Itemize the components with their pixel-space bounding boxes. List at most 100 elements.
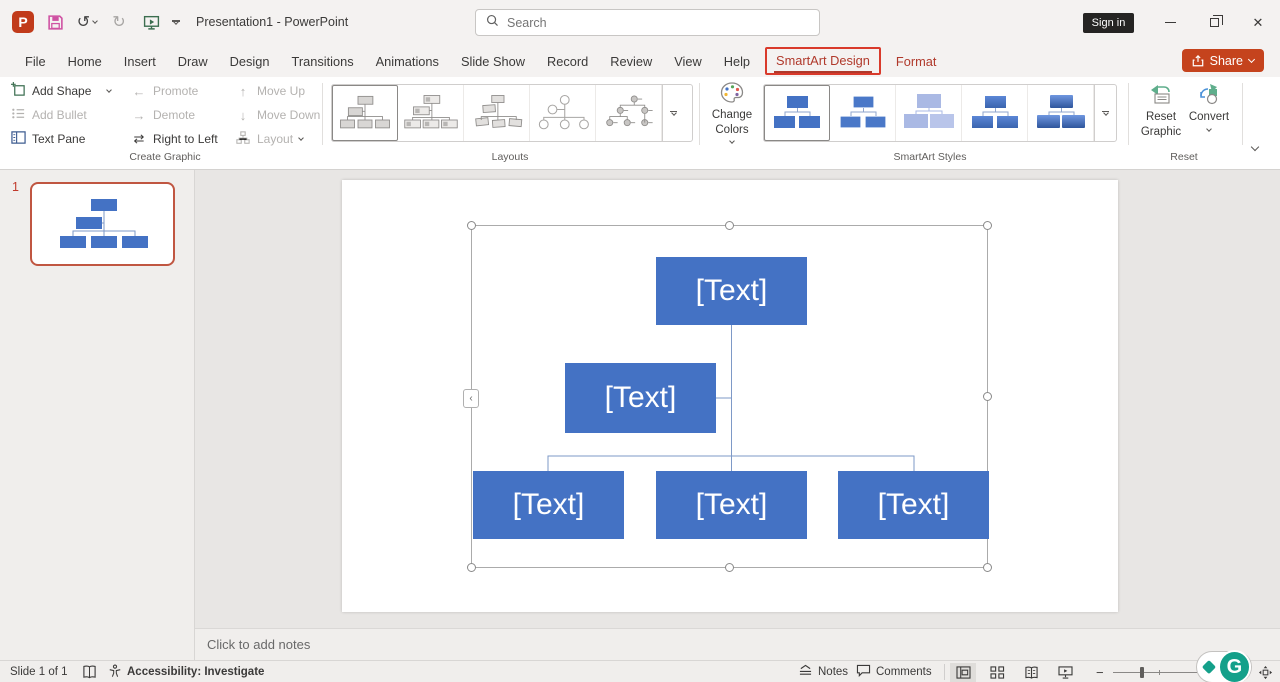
customize-qat-icon[interactable] — [172, 20, 180, 23]
org-node-bottom-center[interactable]: [Text] — [656, 471, 807, 539]
reset-graphic-button[interactable]: Reset Graphic — [1134, 82, 1188, 139]
undo-icon[interactable]: ↺ — [76, 11, 98, 33]
reset-graphic-icon — [1148, 82, 1174, 110]
tab-help[interactable]: Help — [713, 48, 761, 75]
smartart-selection-frame[interactable]: [Text] [Text] [Text] [Text] [Text] ‹ — [471, 225, 988, 568]
search-icon — [486, 14, 499, 32]
style-option-intense-effect[interactable] — [1028, 85, 1094, 141]
notes-toggle-button[interactable]: Notes — [798, 661, 848, 682]
org-node-top[interactable]: [Text] — [656, 257, 807, 325]
add-bullet-button[interactable]: Add Bullet — [10, 104, 87, 126]
move-down-button[interactable]: ↓ Move Down — [235, 104, 320, 126]
resize-handle-middle-right[interactable] — [983, 392, 992, 401]
tab-format[interactable]: Format — [885, 48, 948, 75]
org-layout-icon — [235, 131, 251, 148]
text-pane-button[interactable]: Text Pane — [10, 128, 85, 150]
layout-button[interactable]: Layout — [235, 128, 303, 150]
collapse-ribbon-icon[interactable] — [1251, 143, 1259, 151]
tab-animations[interactable]: Animations — [365, 48, 450, 75]
style-option-simple-fill[interactable] — [764, 85, 830, 141]
style-option-subtle-effect[interactable] — [896, 85, 962, 141]
title-bar: P ↺ ↻ Presentation1 - PowerPoint Sign in… — [0, 0, 1280, 45]
tab-review[interactable]: Review — [599, 48, 663, 75]
minimize-button[interactable] — [1148, 0, 1192, 45]
reading-view-button[interactable] — [1018, 663, 1044, 682]
convert-button[interactable]: Convert — [1184, 82, 1234, 131]
resize-handle-bottom-center[interactable] — [725, 563, 734, 572]
tab-slide-show[interactable]: Slide Show — [450, 48, 536, 75]
document-title: Presentation1 - PowerPoint — [196, 15, 348, 29]
slide-sorter-view-button[interactable] — [984, 663, 1010, 682]
slide-thumbnail-1[interactable] — [30, 182, 175, 266]
notes-placeholder: Click to add notes — [207, 637, 310, 652]
tab-home[interactable]: Home — [57, 48, 113, 75]
layout-option-org-chart[interactable] — [332, 85, 398, 141]
tab-draw[interactable]: Draw — [167, 48, 219, 75]
redo-icon[interactable]: ↻ — [108, 11, 130, 33]
zoom-out-icon[interactable]: − — [1096, 665, 1104, 680]
text-pane-toggle-button[interactable]: ‹ — [463, 389, 479, 408]
group-label-layouts: Layouts — [440, 151, 580, 163]
resize-handle-top-right[interactable] — [983, 221, 992, 230]
comment-icon — [856, 664, 871, 680]
org-node-bottom-left[interactable]: [Text] — [473, 471, 624, 539]
accessibility-checker[interactable]: Accessibility: Investigate — [108, 661, 264, 682]
close-button[interactable]: ✕ — [1236, 0, 1280, 45]
start-from-beginning-icon[interactable] — [140, 11, 162, 33]
tab-design[interactable]: Design — [219, 48, 281, 75]
fit-to-window-button[interactable] — [1258, 661, 1273, 682]
promote-icon: ← — [131, 84, 147, 99]
slide-show-view-button[interactable] — [1052, 663, 1078, 682]
save-icon[interactable] — [44, 11, 66, 33]
palette-icon — [720, 82, 744, 108]
text-pane-icon — [10, 130, 26, 148]
notes-pane[interactable]: Click to add notes — [195, 628, 1280, 660]
zoom-slider-thumb[interactable] — [1140, 667, 1144, 678]
grammarly-widget[interactable]: G — [1196, 651, 1252, 682]
tab-insert[interactable]: Insert — [113, 48, 167, 75]
change-colors-button[interactable]: Change Colors — [703, 82, 761, 143]
org-node-assistant[interactable]: [Text] — [565, 363, 716, 433]
convert-icon — [1196, 82, 1222, 110]
tab-smartart-design[interactable]: SmartArt Design — [774, 51, 872, 73]
search-box[interactable] — [475, 9, 820, 36]
tab-view[interactable]: View — [663, 48, 713, 75]
resize-handle-top-left[interactable] — [467, 221, 476, 230]
org-node-bottom-right[interactable]: [Text] — [838, 471, 989, 539]
spell-check-icon[interactable] — [82, 661, 97, 682]
right-to-left-button[interactable]: ⇄ Right to Left — [131, 128, 218, 150]
layout-option-picture-org-chart[interactable] — [398, 85, 464, 141]
layout-option-circle-org-chart[interactable] — [530, 85, 596, 141]
move-down-icon: ↓ — [235, 108, 251, 123]
move-up-button[interactable]: ↑ Move Up — [235, 80, 305, 102]
ribbon: Add Shape Add Bullet Text Pane ← Promote… — [0, 77, 1280, 170]
slide-canvas[interactable]: [Text] [Text] [Text] [Text] [Text] ‹ — [342, 180, 1118, 612]
resize-handle-bottom-left[interactable] — [467, 563, 476, 572]
maximize-button[interactable] — [1192, 0, 1236, 45]
resize-handle-top-center[interactable] — [725, 221, 734, 230]
smartart-styles-more-button[interactable] — [1094, 85, 1116, 141]
style-option-white-outline[interactable] — [830, 85, 896, 141]
layout-option-hierarchy[interactable] — [596, 85, 662, 141]
resize-handle-bottom-right[interactable] — [983, 563, 992, 572]
demote-button[interactable]: → Demote — [131, 104, 195, 126]
add-bullet-icon — [10, 106, 26, 124]
layouts-more-button[interactable] — [662, 85, 684, 141]
layout-option-half-circle-org-chart[interactable] — [464, 85, 530, 141]
powerpoint-app-icon[interactable]: P — [12, 11, 34, 33]
add-shape-button[interactable]: Add Shape — [10, 80, 111, 102]
search-input[interactable] — [507, 16, 787, 30]
promote-button[interactable]: ← Promote — [131, 80, 198, 102]
style-option-moderate-effect[interactable] — [962, 85, 1028, 141]
comments-button[interactable]: Comments — [856, 661, 932, 682]
sign-in-button[interactable]: Sign in — [1083, 13, 1134, 33]
tab-transitions[interactable]: Transitions — [281, 48, 365, 75]
group-label-reset: Reset — [1134, 151, 1234, 163]
normal-view-button[interactable] — [950, 663, 976, 682]
zoom-slider[interactable] — [1113, 672, 1197, 673]
grammarly-icon[interactable]: G — [1218, 650, 1251, 682]
share-button[interactable]: Share — [1182, 49, 1264, 72]
tab-file[interactable]: File — [14, 48, 57, 75]
group-label-smartart-styles: SmartArt Styles — [860, 151, 1000, 163]
tab-record[interactable]: Record — [536, 48, 599, 75]
